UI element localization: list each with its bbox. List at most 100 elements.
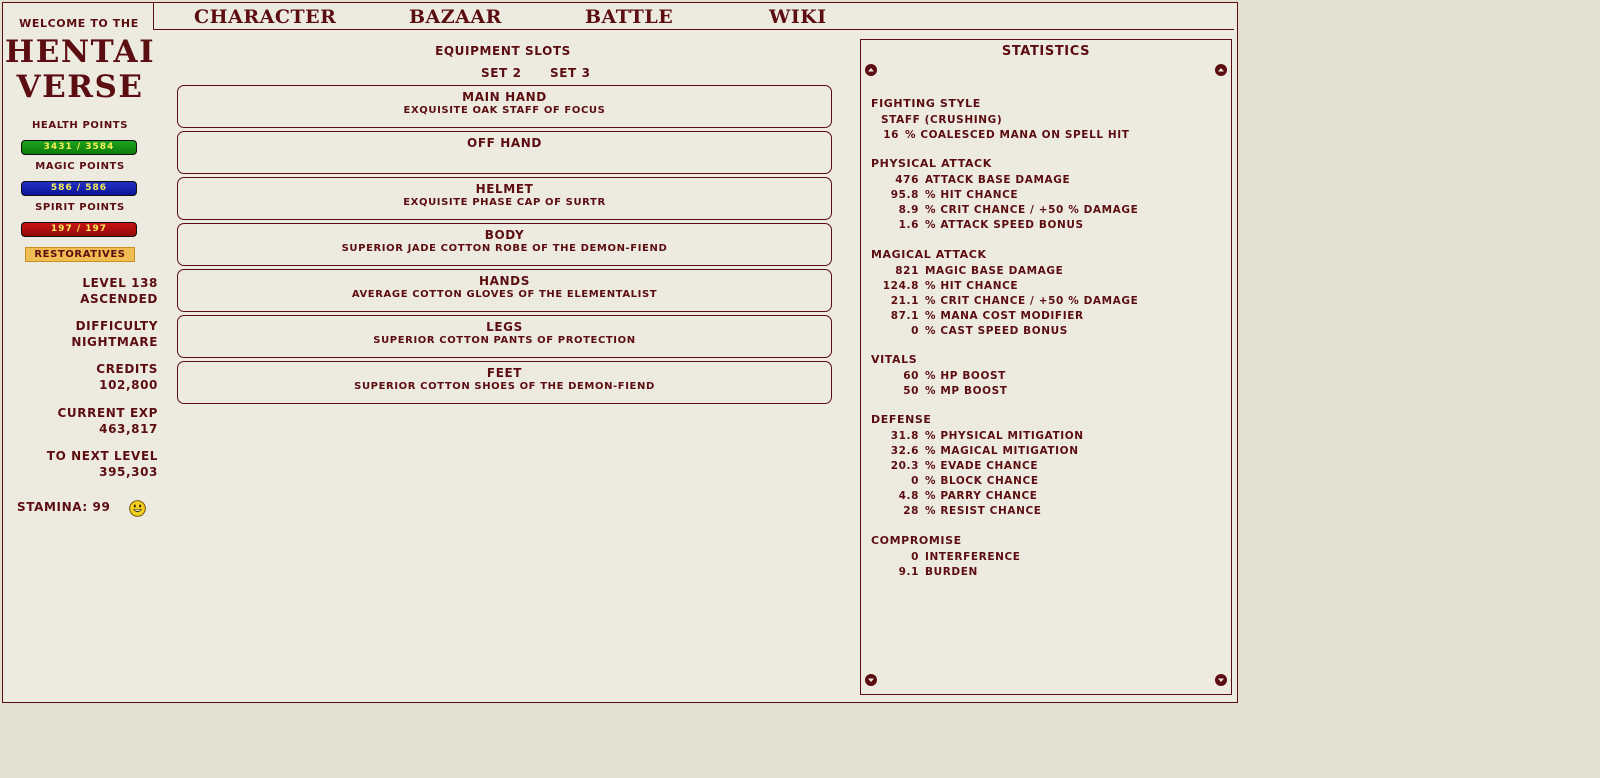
stat-text: % Block Chance (925, 475, 1039, 487)
stat-text: % Coalesced Mana on Spell Hit (905, 129, 1130, 141)
slot-name: Hands (479, 274, 530, 288)
stat-row: 21.1 % Crit Chance / +50 % Damage (861, 294, 1231, 309)
stat-value: 476 (895, 174, 919, 186)
slot-main-hand[interactable]: Main Hand Exquisite Oak Staff of Focus (177, 85, 832, 128)
stamina-text: Stamina: 99 (17, 500, 111, 514)
stat-value: 16 (883, 129, 899, 141)
happy-smiley-icon (129, 500, 146, 517)
slot-name: Legs (486, 320, 523, 334)
stat-value: 821 (895, 265, 919, 277)
scroll-up-icon[interactable] (1215, 64, 1227, 76)
current-exp-value: 463,817 (99, 422, 158, 436)
stat-value: 31.8 (890, 430, 919, 442)
nav-bazaar[interactable]: Bazaar (409, 6, 502, 28)
next-level-label: To Next Level (46, 449, 158, 463)
stat-row: 0 % Block Chance (861, 474, 1231, 489)
stat-row: 0 % Cast Speed Bonus (861, 324, 1231, 339)
slot-item[interactable]: Superior Jade Cotton Robe of the Demon-f… (178, 243, 831, 254)
equipment-slots-title: Equipment Slots (435, 44, 571, 58)
slot-item[interactable]: Superior Cotton Pants of Protection (178, 335, 831, 346)
stat-row: 0 Interference (861, 550, 1231, 565)
stat-value: 28 (903, 505, 919, 517)
magic-label: Magic points (35, 161, 125, 172)
set-3-link[interactable]: Set 3 (550, 66, 591, 80)
stat-value: 1.6 (898, 219, 919, 231)
slot-item[interactable]: Exquisite Phase Cap of Surtr (178, 197, 831, 208)
fighting-style-row: Staff (Crushing) (861, 113, 1231, 128)
nav-battle[interactable]: Battle (585, 6, 673, 28)
statistics-panel: Statistics Fighting Style Staff (Crushin… (860, 39, 1232, 695)
stat-value: 4.8 (898, 490, 919, 502)
stat-value: 50 (903, 385, 919, 397)
rank-text: Ascended (80, 292, 158, 306)
stat-row: 4.8 % Parry Chance (861, 489, 1231, 504)
compromise-header: Compromise (871, 534, 962, 547)
stat-row: 28 % Resist Chance (861, 504, 1231, 519)
restoratives-button[interactable]: Restoratives (25, 247, 135, 262)
difficulty-value[interactable]: Nightmare (8, 334, 158, 350)
stat-text: Attack Base Damage (925, 174, 1071, 186)
stat-value: 0 (911, 475, 919, 487)
slot-item[interactable]: Exquisite Oak Staff of Focus (178, 105, 831, 116)
stat-value: 9.1 (898, 566, 919, 578)
stat-text: % Attack Speed Bonus (925, 219, 1084, 231)
next-level-value: 395,303 (99, 465, 158, 479)
statistics-title: Statistics (1001, 44, 1091, 59)
game-frame: Welcome to the HENTAI VERSE Health point… (2, 2, 1238, 703)
health-bar: 3431 / 3584 (21, 140, 137, 155)
stat-row: 476 Attack Base Damage (861, 173, 1231, 188)
slot-item[interactable]: Superior Cotton Shoes of the Demon-fiend (178, 381, 831, 392)
sidebar: Welcome to the HENTAI VERSE Health point… (3, 3, 157, 702)
slot-hands[interactable]: Hands Average Cotton Gloves of the Eleme… (177, 269, 832, 312)
set-2-link[interactable]: Set 2 (481, 66, 522, 80)
stat-value: 8.9 (898, 204, 919, 216)
spirit-bar: 197 / 197 (21, 222, 137, 237)
slot-name: Helmet (475, 182, 534, 196)
stat-value: 21.1 (890, 295, 919, 307)
stat-text: % HP Boost (925, 370, 1006, 382)
slot-name: Off Hand (467, 136, 542, 150)
scroll-down-icon[interactable] (1215, 674, 1227, 686)
fighting-style-bonus-row: 16 % Coalesced Mana on Spell Hit (861, 128, 1231, 143)
stat-text: % Magical Mitigation (925, 445, 1079, 457)
nav-wiki[interactable]: Wiki (769, 6, 827, 28)
stat-text: % Mana Cost Modifier (925, 310, 1084, 322)
stat-row: 95.8 % Hit Chance (861, 188, 1231, 203)
stat-text: % Parry Chance (925, 490, 1038, 502)
stat-value: 0 (911, 325, 919, 337)
stat-value: 124.8 (882, 280, 919, 292)
logo-line-2: VERSE (16, 69, 144, 105)
stat-text: % Evade Chance (925, 460, 1039, 472)
nav-character[interactable]: Character (194, 6, 336, 28)
stat-row: 31.8 % Physical Mitigation (861, 429, 1231, 444)
stat-row: 8.9 % Crit Chance / +50 % Damage (861, 203, 1231, 218)
slot-legs[interactable]: Legs Superior Cotton Pants of Protection (177, 315, 832, 358)
vitals-header: Vitals (871, 353, 918, 366)
magic-bar: 586 / 586 (21, 181, 137, 196)
fighting-style-value: Staff (Crushing) (881, 114, 1003, 126)
stat-row: 124.8 % Hit Chance (861, 279, 1231, 294)
stat-row: 9.1 Burden (861, 565, 1231, 580)
stat-value: 32.6 (890, 445, 919, 457)
stat-value: 20.3 (890, 460, 919, 472)
slot-helmet[interactable]: Helmet Exquisite Phase Cap of Surtr (177, 177, 832, 220)
slot-feet[interactable]: Feet Superior Cotton Shoes of the Demon-… (177, 361, 832, 404)
stat-value: 95.8 (890, 189, 919, 201)
stat-row: 32.6 % Magical Mitigation (861, 444, 1231, 459)
logo-line-1: HENTAI (4, 34, 156, 70)
game-logo[interactable]: HENTAI VERSE (3, 35, 157, 105)
stat-value: 87.1 (890, 310, 919, 322)
slot-name: Main Hand (462, 90, 547, 104)
slot-item[interactable]: Average Cotton Gloves of the Elementalis… (178, 289, 831, 300)
stat-row: 50 % MP Boost (861, 384, 1231, 399)
credits-value: 102,800 (99, 378, 158, 392)
slot-body[interactable]: Body Superior Jade Cotton Robe of the De… (177, 223, 832, 266)
stat-text: % Hit Chance (925, 280, 1019, 292)
stat-text: % Physical Mitigation (925, 430, 1084, 442)
top-navigation: Character Bazaar Battle Wiki (153, 3, 1234, 30)
stat-row: 821 Magic Base Damage (861, 264, 1231, 279)
slot-off-hand[interactable]: Off Hand (177, 131, 832, 174)
scroll-up-icon[interactable] (865, 64, 877, 76)
scroll-down-icon[interactable] (865, 674, 877, 686)
slot-name: Body (484, 228, 525, 242)
